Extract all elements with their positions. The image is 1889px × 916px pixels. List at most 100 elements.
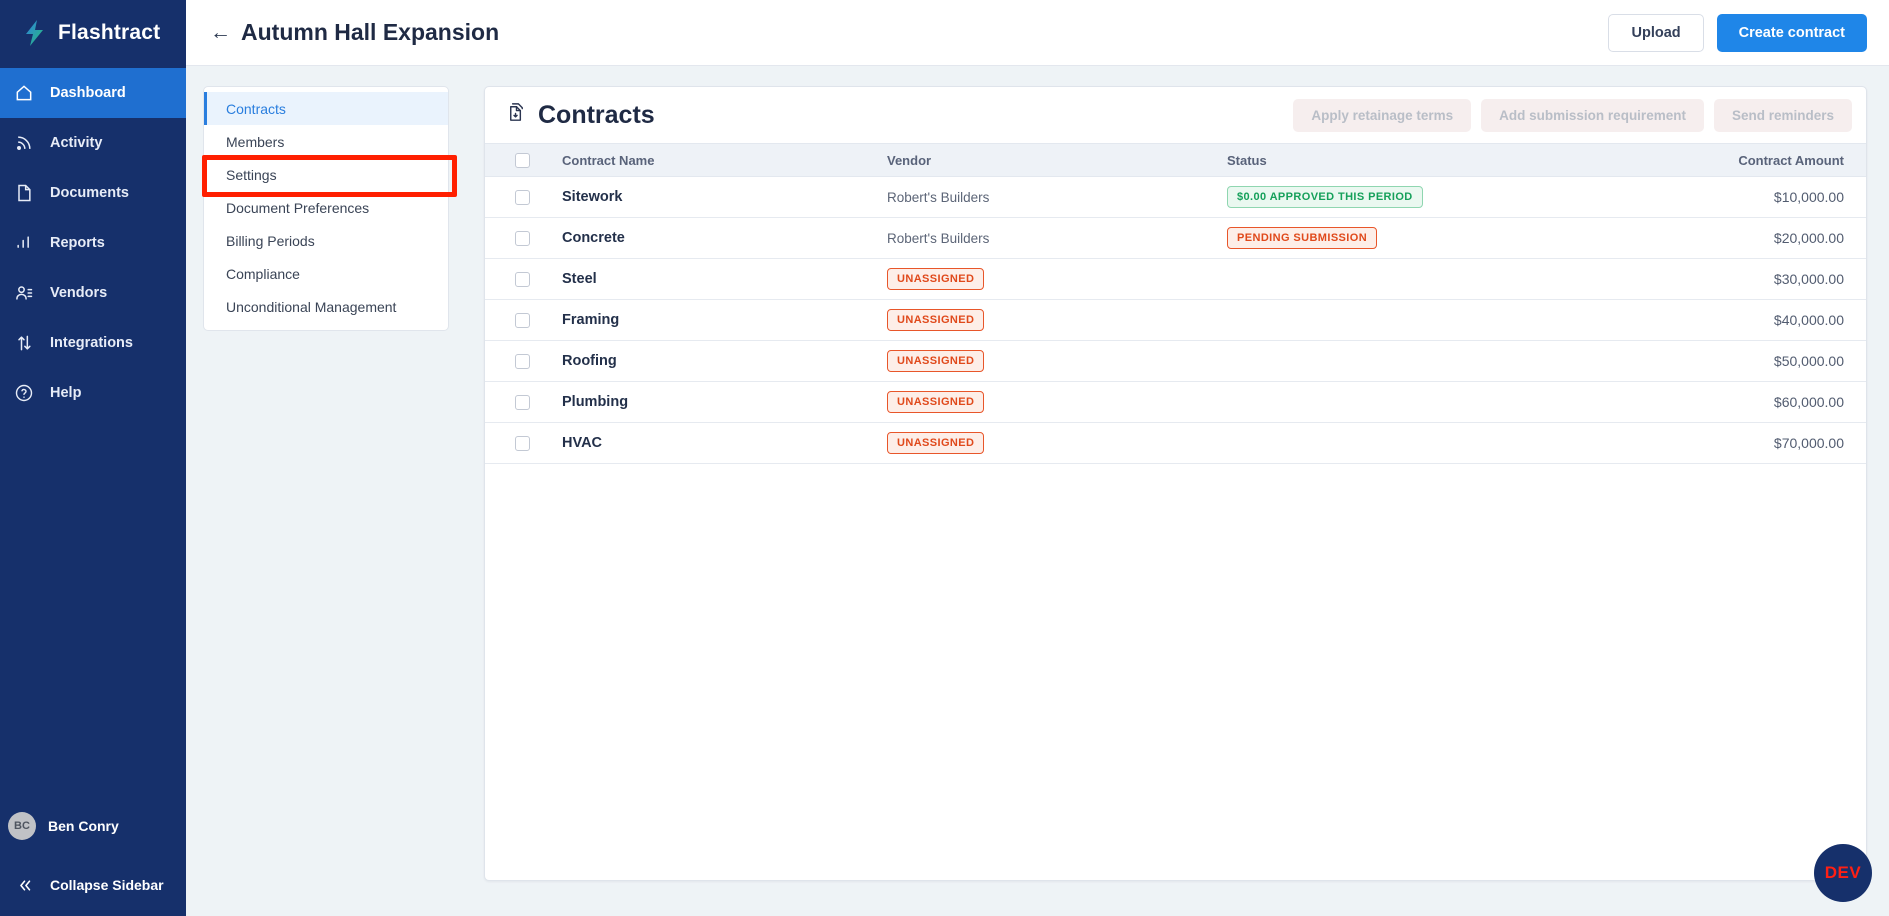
sidebar-item-activity[interactable]: Activity [0, 118, 186, 168]
sidebar-item-reports[interactable]: Reports [0, 218, 186, 268]
arrows-updown-icon [12, 331, 36, 355]
cell-contract-amount: $60,000.00 [1606, 381, 1866, 423]
cell-status: $0.00 APPROVED THIS PERIOD [1227, 176, 1606, 218]
subnav-item-compliance[interactable]: Compliance [204, 257, 448, 290]
cell-contract-name: Concrete [562, 217, 887, 259]
cell-status: PENDING SUBMISSION [1227, 217, 1606, 259]
row-checkbox-cell [485, 258, 562, 300]
table-row[interactable]: HVAC UNASSIGNED $70,000.00 [485, 422, 1866, 464]
sidebar-item-label: Documents [50, 185, 129, 201]
cell-contract-name: Roofing [562, 340, 887, 382]
status-badge: PENDING SUBMISSION [1227, 227, 1378, 249]
row-checkbox[interactable] [515, 394, 530, 410]
cell-contract-name: Sitework [562, 176, 887, 218]
header-actions: Upload Create contract [1608, 13, 1867, 52]
table-row[interactable]: Plumbing UNASSIGNED $60,000.00 [485, 381, 1866, 423]
avatar: BC [8, 812, 36, 840]
unassigned-badge: UNASSIGNED [887, 432, 985, 454]
table-row[interactable]: Concrete Robert's Builders PENDING SUBMI… [485, 217, 1866, 259]
column-header-contract-amount[interactable]: Contract Amount [1606, 143, 1866, 177]
subnav-item-billing-periods[interactable]: Billing Periods [204, 224, 448, 257]
primary-sidebar: Flashtract Dashboard Activity Documents [0, 0, 186, 916]
subnav-item-settings[interactable]: Settings [204, 158, 448, 191]
sidebar-item-vendors[interactable]: Vendors [0, 268, 186, 318]
page-header: ← Autumn Hall Expansion Upload Create co… [186, 0, 1889, 66]
row-checkbox-cell [485, 381, 562, 423]
row-checkbox-cell [485, 217, 562, 259]
column-header-contract-name[interactable]: Contract Name [562, 143, 887, 177]
contracts-card: Contracts Apply retainage terms Add subm… [484, 86, 1867, 881]
brand-name: Flashtract [58, 21, 161, 44]
document-icon [12, 181, 36, 205]
subnav-item-members[interactable]: Members [204, 125, 448, 158]
subnav-item-contracts[interactable]: Contracts [204, 92, 448, 125]
add-submission-requirement-button[interactable]: Add submission requirement [1481, 98, 1704, 132]
cell-contract-amount: $10,000.00 [1606, 176, 1866, 218]
subnav-item-label: Compliance [226, 265, 300, 282]
apply-retainage-terms-button[interactable]: Apply retainage terms [1293, 98, 1472, 132]
subnav-item-document-preferences[interactable]: Document Preferences [204, 191, 448, 224]
table-row[interactable]: Steel UNASSIGNED $30,000.00 [485, 258, 1866, 300]
status-badge: $0.00 APPROVED THIS PERIOD [1227, 186, 1423, 208]
main-area: ← Autumn Hall Expansion Upload Create co… [186, 0, 1889, 916]
table-header: Contract Name Vendor Status Contract Amo… [485, 143, 1866, 177]
contracts-title-group: Contracts [505, 101, 655, 130]
subnav-item-label: Unconditional Management [226, 298, 397, 315]
subnav-item-label: Settings [226, 166, 277, 183]
sidebar-item-dashboard[interactable]: Dashboard [0, 68, 186, 118]
sidebar-item-help[interactable]: Help [0, 368, 186, 418]
cell-contract-amount: $50,000.00 [1606, 340, 1866, 382]
column-header-status[interactable]: Status [1227, 143, 1606, 177]
sidebar-user[interactable]: BC Ben Conry [0, 798, 186, 854]
table-row[interactable]: Sitework Robert's Builders $0.00 APPROVE… [485, 176, 1866, 218]
collapse-sidebar-button[interactable]: Collapse Sidebar [0, 854, 186, 916]
row-checkbox[interactable] [515, 271, 530, 287]
dev-environment-badge[interactable]: DEV [1814, 844, 1872, 902]
create-contract-button[interactable]: Create contract [1716, 13, 1867, 52]
app-root: Flashtract Dashboard Activity Documents [0, 0, 1889, 916]
sidebar-item-documents[interactable]: Documents [0, 168, 186, 218]
row-checkbox-cell [485, 299, 562, 341]
cell-vendor: UNASSIGNED [887, 340, 1227, 382]
row-checkbox[interactable] [515, 435, 530, 451]
unassigned-badge: UNASSIGNED [887, 309, 985, 331]
row-checkbox[interactable] [515, 189, 530, 205]
row-checkbox[interactable] [515, 230, 530, 246]
table-row[interactable]: Roofing UNASSIGNED $50,000.00 [485, 340, 1866, 382]
cell-contract-amount: $20,000.00 [1606, 217, 1866, 259]
arrow-left-icon[interactable]: ← [210, 22, 231, 43]
row-checkbox-cell [485, 340, 562, 382]
user-name: Ben Conry [48, 818, 119, 834]
cell-status [1227, 381, 1606, 423]
subnav-item-unconditional-management[interactable]: Unconditional Management [204, 290, 448, 323]
lightning-bolt-icon [26, 20, 43, 46]
send-reminders-button[interactable]: Send reminders [1713, 98, 1852, 132]
contracts-table: Contract Name Vendor Status Contract Amo… [485, 143, 1866, 464]
unassigned-badge: UNASSIGNED [887, 350, 985, 372]
unassigned-badge: UNASSIGNED [887, 268, 985, 290]
row-checkbox[interactable] [515, 312, 530, 328]
select-all-checkbox[interactable] [515, 153, 530, 169]
upload-button[interactable]: Upload [1608, 13, 1704, 52]
collapse-sidebar-label: Collapse Sidebar [50, 877, 164, 893]
brand-logo[interactable]: Flashtract [0, 0, 186, 66]
unassigned-badge: UNASSIGNED [887, 391, 985, 413]
sidebar-nav: Dashboard Activity Documents Reports Ven… [0, 68, 186, 418]
column-header-vendor[interactable]: Vendor [887, 143, 1227, 177]
home-icon [12, 81, 36, 105]
project-subnav: Contracts Members Settings Document Pref… [203, 86, 449, 331]
sidebar-item-integrations[interactable]: Integrations [0, 318, 186, 368]
cell-status [1227, 340, 1606, 382]
table-row[interactable]: Framing UNASSIGNED $40,000.00 [485, 299, 1866, 341]
table-header-row: Contract Name Vendor Status Contract Amo… [485, 143, 1866, 177]
sidebar-item-label: Integrations [50, 335, 133, 351]
cell-contract-name: HVAC [562, 422, 887, 464]
cell-contract-amount: $40,000.00 [1606, 299, 1866, 341]
subnav-item-label: Billing Periods [226, 232, 315, 249]
subnav-item-label: Contracts [226, 100, 286, 117]
row-checkbox[interactable] [515, 353, 530, 369]
cell-vendor: UNASSIGNED [887, 258, 1227, 300]
page-title: Autumn Hall Expansion [241, 19, 500, 45]
contracts-card-header: Contracts Apply retainage terms Add subm… [485, 87, 1866, 143]
